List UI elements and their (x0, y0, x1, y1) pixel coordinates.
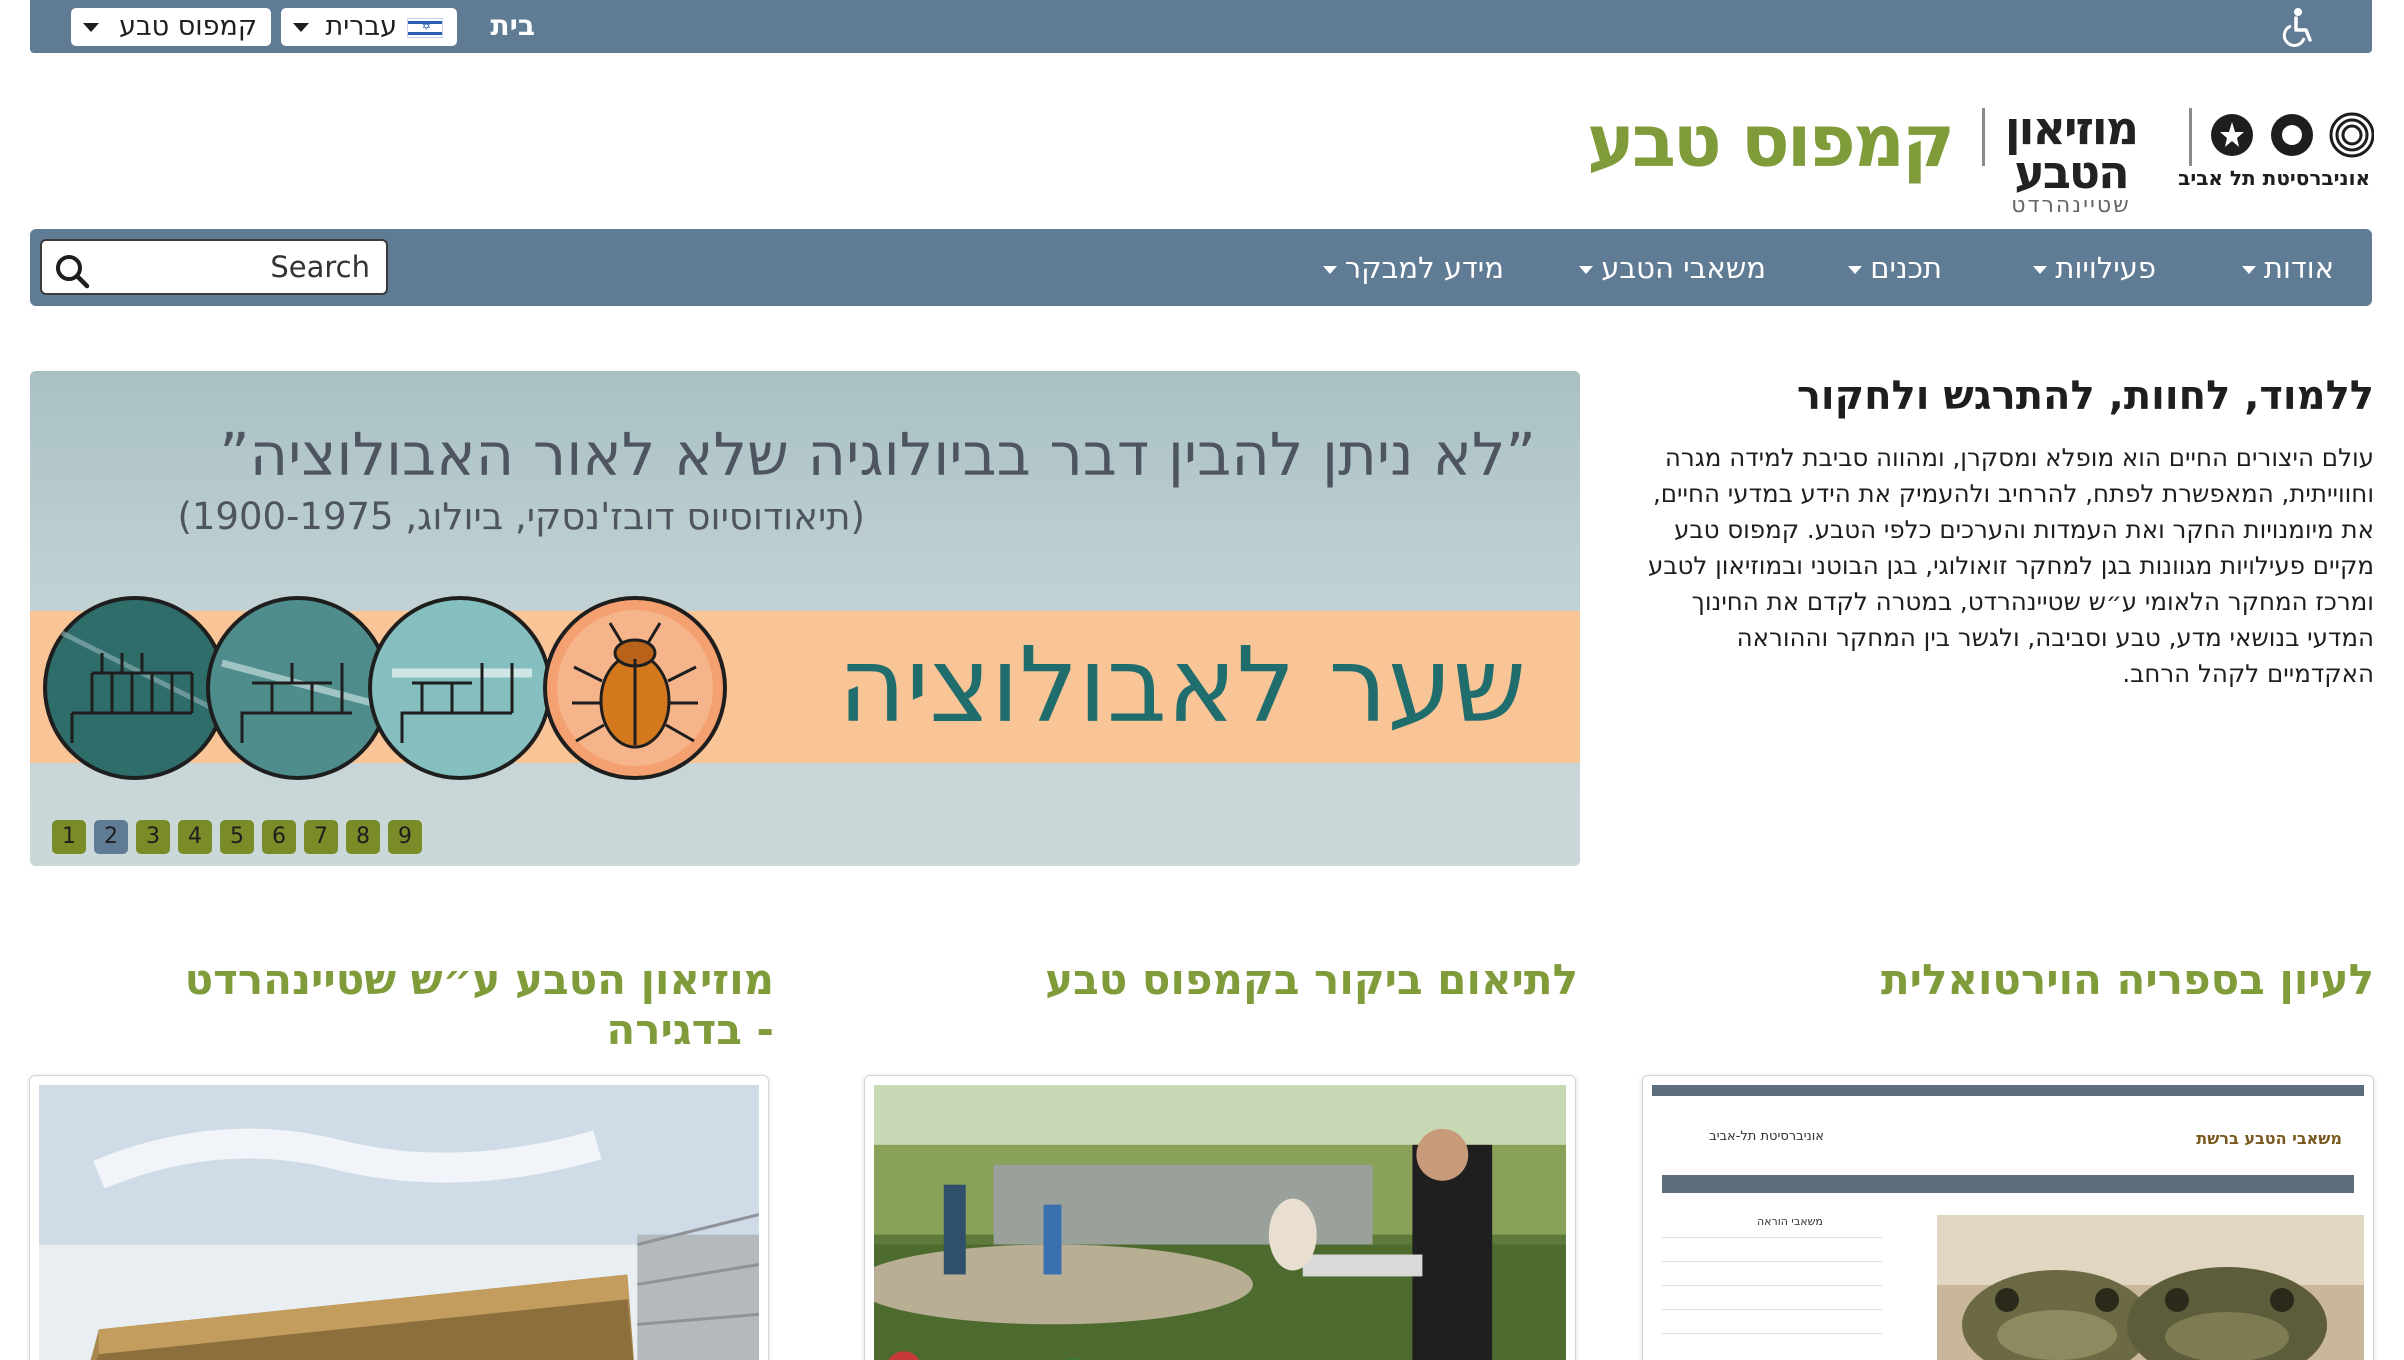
language-select[interactable]: ✡ עברית (281, 8, 457, 46)
chevron-down-icon (2241, 266, 2256, 274)
phylogeny-tree-icon (368, 596, 552, 780)
nav-label: משאבי הטבע (1601, 251, 1766, 285)
chevron-down-icon (1848, 266, 1863, 274)
intro-body: עולם היצורים החיים הוא מופלא ומסקרן, ומה… (1648, 443, 2374, 688)
museum-heading[interactable]: מוזיאון הטבע ע״ש שטיינהרדט - בדגירה (174, 955, 774, 1055)
search-icon[interactable] (54, 253, 90, 289)
museum-logo-line2: הטבע (2014, 145, 2130, 199)
slide-dot[interactable]: 4 (178, 820, 212, 854)
nav-item-about[interactable]: אודות (2241, 249, 2334, 287)
tau-logo-text: אוניברסיטת תל אביב (2178, 166, 2370, 190)
museum-logo[interactable]: מוזיאון הטבע שטיינהרדט (2004, 101, 2139, 218)
wheelchair-icon[interactable] (2276, 6, 2320, 50)
slide-dot[interactable]: 3 (136, 820, 170, 854)
phylogeny-tree-icon (206, 596, 390, 780)
home-link[interactable]: בית (491, 6, 535, 46)
banner-quote: ”לא ניתן להבין דבר בביולוגיה שלא לאור הא… (219, 420, 1536, 489)
logo-divider (1982, 108, 1985, 166)
banner-illustration (43, 596, 727, 780)
preview-divider (1662, 1261, 1882, 1262)
outdoor-activity-photo (874, 1085, 1566, 1360)
preview-title: משאבי הטבע ברשת (2196, 1129, 2342, 1148)
hero-slider[interactable]: ”לא ניתן להבין דבר בביולוגיה שלא לאור הא… (30, 371, 1580, 866)
toads-photo (1937, 1215, 2364, 1360)
museum-logo-line1: מוזיאון (2004, 101, 2139, 155)
slide-dot-active[interactable]: 2 (94, 820, 128, 854)
preview-divider (1662, 1309, 1882, 1310)
nav-item-nature-resources[interactable]: משאבי הטבע (1579, 249, 1766, 287)
language-label: עברית (325, 11, 397, 42)
website-preview-image: משאבי הטבע ברשת אוניברסיטת תל-אביב משאבי… (1652, 1085, 2364, 1360)
preview-divider (1662, 1237, 1882, 1238)
nav-label: אודות (2263, 251, 2334, 285)
preview-divider (1662, 1333, 1882, 1334)
chevron-down-icon (2033, 266, 2048, 274)
preview-logo-text: אוניברסיטת תל-אביב (1709, 1129, 1824, 1144)
main-navigation: אודות פעילויות תכנים משאבי הטבע מידע למב… (30, 229, 2372, 306)
preview-topbar (1652, 1085, 2364, 1096)
museum-logo-line3: שטיינהרדט (2011, 193, 2131, 218)
nav-label: מידע למבקר (1344, 251, 1504, 285)
slide-dot[interactable]: 7 (304, 820, 338, 854)
beetle-icon (543, 596, 727, 780)
museum-card[interactable] (29, 1075, 769, 1360)
slide-dot[interactable]: 6 (262, 820, 296, 854)
chevron-down-icon (293, 23, 309, 32)
chevron-down-icon (83, 23, 99, 32)
visit-booking-card[interactable] (864, 1075, 1576, 1360)
banner-quote-source: (תיאודוסיוס דובז'נסקי, ביולוג, 1900-1975… (177, 495, 865, 538)
top-utility-bar: בית ✡ עברית קמפוס טבע (30, 0, 2372, 53)
slide-dot[interactable]: 8 (346, 820, 380, 854)
nav-item-visitor-info[interactable]: מידע למבקר (1322, 249, 1504, 287)
banner-title: שער לאבולוציה (838, 624, 1526, 746)
preview-side-heading: משאבי הוראה (1757, 1215, 1823, 1228)
chevron-down-icon (1322, 266, 1337, 274)
virtual-library-card[interactable]: משאבי הטבע ברשת אוניברסיטת תל-אביב משאבי… (1642, 1075, 2374, 1360)
intro-title: ללמוד, לחוות, להתרגש ולחקור (1796, 373, 2374, 419)
nav-label: תכנים (1870, 251, 1942, 285)
visit-booking-heading[interactable]: לתיאום ביקור בקמפוס טבע (878, 955, 1578, 1005)
slide-dot[interactable]: 9 (388, 820, 422, 854)
nav-item-activities[interactable]: פעילויות (2033, 249, 2156, 287)
nav-label: פעילויות (2055, 251, 2156, 285)
campus-logo[interactable]: קמפוס טבע (1587, 96, 1955, 186)
site-select-label: קמפוס טבע (119, 11, 257, 42)
star-of-david-icon: ✡ (421, 20, 431, 33)
slide-dot[interactable]: 5 (220, 820, 254, 854)
logo-divider (2189, 108, 2192, 166)
search-input[interactable] (98, 247, 370, 287)
site-select[interactable]: קמפוס טבע (71, 8, 271, 46)
virtual-library-heading[interactable]: לעיון בספריה הוירטואלית (1674, 955, 2374, 1005)
preview-nav (1662, 1175, 2354, 1193)
nav-item-content[interactable]: תכנים (1848, 249, 1942, 287)
search-box (40, 239, 388, 295)
preview-divider (1662, 1285, 1882, 1286)
museum-building-photo (39, 1085, 759, 1360)
slide-dot[interactable]: 1 (52, 820, 86, 854)
chevron-down-icon (1579, 266, 1594, 274)
